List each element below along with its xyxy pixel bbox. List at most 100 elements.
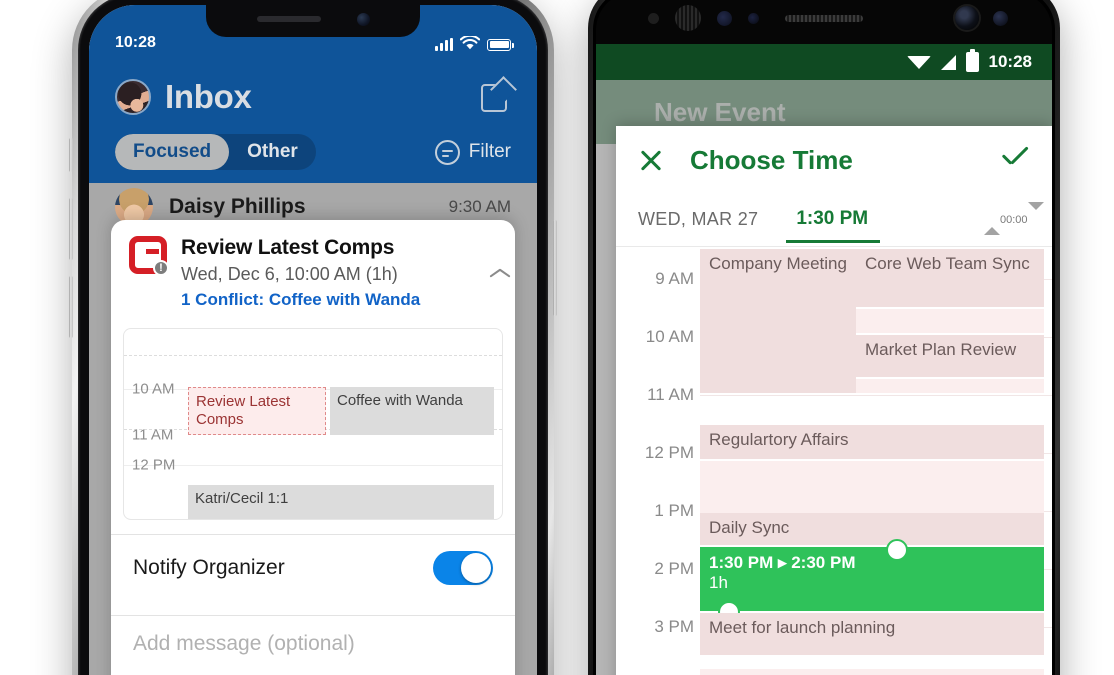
selection-duration-label: 1h [709, 573, 728, 592]
selection-range-label: 1:30 PM ▸ 2:30 PM [709, 553, 856, 572]
tab-date[interactable]: WED, MAR 27 [638, 209, 758, 230]
notify-organizer-row[interactable]: Notify Organizer [111, 535, 515, 601]
battery-full-icon [487, 38, 514, 51]
selected-time-block[interactable]: 1:30 PM ▸ 2:30 PM 1h [700, 547, 1044, 611]
event-block-bg [856, 379, 1044, 393]
android-bezel: 10:28 New Event Choose Time [593, 0, 1055, 675]
conflict-link[interactable]: 1 Conflict: Coffee with Wanda [181, 290, 461, 310]
focused-other-segmented-control[interactable]: Focused Other [115, 134, 316, 170]
status-indicators [435, 35, 514, 51]
android-status-bar: 10:28 [596, 44, 1052, 80]
secondary-camera-icon [993, 10, 1008, 26]
event-block-bg [856, 309, 1044, 333]
speaker-grill-icon [675, 5, 701, 31]
iphone-silent-switch[interactable] [69, 138, 73, 172]
sheet-title: Choose Time [690, 144, 853, 175]
close-x-icon[interactable] [638, 147, 664, 173]
mini-calendar[interactable]: 10 AM 11 AM 12 PM Review Latest Comps Co… [123, 328, 503, 520]
mail-timestamp: 9:30 AM [448, 197, 511, 216]
day-grid[interactable]: 9 AM 10 AM 11 AM 12 PM 1 PM 2 PM 3 PM 4 … [616, 246, 1052, 675]
hour-label: 12 PM [132, 456, 176, 474]
hour-label: 10 AM [645, 327, 694, 346]
compose-icon[interactable] [481, 76, 517, 112]
mini-event-conflict[interactable]: Review Latest Comps [188, 387, 326, 435]
chevron-up-icon[interactable] [489, 267, 511, 279]
hour-label: 12 PM [644, 443, 694, 462]
sheet-toolbar: Choose Time [616, 126, 1052, 194]
tab-other[interactable]: Other [229, 134, 316, 170]
filter-icon [434, 139, 460, 165]
iphone-bezel: 10:28 Inbox Focused Other Filter Daisy P… [78, 0, 548, 675]
sensor-cluster [648, 5, 759, 31]
stepper-value: 00:00 [1000, 214, 1028, 226]
hour-label: 2 PM [654, 559, 694, 578]
android-app-area: 10:28 New Event Choose Time [596, 44, 1052, 675]
tab-time[interactable]: 1:30 PM [786, 208, 880, 243]
front-camera-cluster [955, 6, 1008, 30]
duration-stepper[interactable]: 00:00 [984, 202, 1044, 235]
front-camera-icon [955, 6, 979, 30]
hour-label: 11 AM [647, 385, 694, 404]
notify-organizer-toggle[interactable] [433, 551, 493, 585]
resize-handle-top[interactable] [886, 539, 908, 561]
triangle-up-icon[interactable] [984, 210, 1000, 235]
proximity-sensor-icon [748, 12, 759, 24]
iphone-device: 10:28 Inbox Focused Other Filter Daisy P… [69, 0, 557, 675]
cellular-bars-icon [435, 37, 453, 51]
iphone-power-button[interactable] [553, 220, 557, 316]
wifi-icon [906, 55, 931, 69]
battery-icon [965, 49, 979, 72]
iphone-screen: 10:28 Inbox Focused Other Filter Daisy P… [89, 5, 537, 675]
event-company-meeting[interactable]: Company Meeting [700, 249, 856, 393]
rsvp-text-block: Review Latest Comps Wed, Dec 6, 10:00 AM… [181, 236, 475, 310]
grid-line [124, 465, 502, 466]
grid-line [124, 355, 502, 356]
sensor-dot-icon [648, 12, 659, 24]
wifi-icon [460, 35, 480, 49]
message-input-placeholder[interactable]: Add message (optional) [111, 616, 515, 656]
screenshot-stage: 10:28 Inbox Focused Other Filter Daisy P… [0, 0, 1114, 675]
rsvp-card: ! Review Latest Comps Wed, Dec 6, 10:00 … [111, 220, 515, 675]
date-time-tabs: WED, MAR 27 1:30 PM 00:00 [616, 194, 1052, 244]
event-core-web-team-sync[interactable]: Core Web Team Sync [856, 249, 1044, 307]
android-screen: 10:28 New Event Choose Time [596, 0, 1052, 675]
iphone-notch [206, 5, 420, 37]
signal-icon [940, 54, 956, 70]
event-meet-for-launch-planning[interactable]: Meet for launch planning [700, 613, 1044, 655]
iphone-volume-up-button[interactable] [69, 198, 73, 260]
page-title: Inbox [165, 78, 252, 115]
mini-event[interactable]: Coffee with Wanda [330, 387, 494, 435]
event-market-plan-review[interactable]: Market Plan Review [856, 335, 1044, 377]
hour-label: 3 PM [654, 617, 694, 636]
outlook-title-bar: Inbox [89, 73, 537, 121]
rsvp-header: ! Review Latest Comps Wed, Dec 6, 10:00 … [111, 220, 515, 320]
triangle-down-icon[interactable] [1027, 202, 1044, 227]
status-time: 10:28 [988, 52, 1032, 71]
hour-label: 1 PM [654, 501, 694, 520]
android-device: 10:28 New Event Choose Time [588, 0, 1060, 675]
android-top-bezel [596, 0, 1052, 44]
conflict-warning-badge: ! [153, 260, 169, 276]
event-block-bg [700, 669, 1044, 675]
event-daily-sync[interactable]: Daily Sync [700, 513, 1044, 545]
earpiece-speaker-icon [785, 14, 863, 22]
hour-label: 10 AM [132, 380, 175, 398]
event-block-bg [700, 461, 1044, 513]
event-title: Review Latest Comps [181, 236, 395, 259]
choose-time-sheet: Choose Time WED, MAR 27 1:30 PM 00:00 9 … [616, 126, 1052, 675]
status-time: 10:28 [115, 34, 156, 51]
ir-sensor-icon [717, 10, 732, 26]
sender-name: Daisy Phillips [169, 195, 306, 218]
hour-label: 9 AM [655, 269, 694, 288]
filter-button[interactable]: Filter [434, 139, 511, 165]
iphone-volume-down-button[interactable] [69, 276, 73, 338]
checkmark-icon[interactable] [1000, 149, 1030, 171]
event-regulatory-affairs[interactable]: Regulartory Affairs [700, 425, 1044, 459]
avatar[interactable] [115, 79, 151, 115]
earpiece-speaker-icon [256, 16, 321, 22]
tab-focused[interactable]: Focused [115, 134, 230, 170]
event-datetime: Wed, Dec 6, 10:00 AM (1h) [181, 264, 398, 284]
notify-organizer-label: Notify Organizer [133, 556, 285, 579]
mini-event[interactable]: Katri/Cecil 1:1 [188, 485, 494, 519]
front-camera-icon [356, 12, 370, 26]
